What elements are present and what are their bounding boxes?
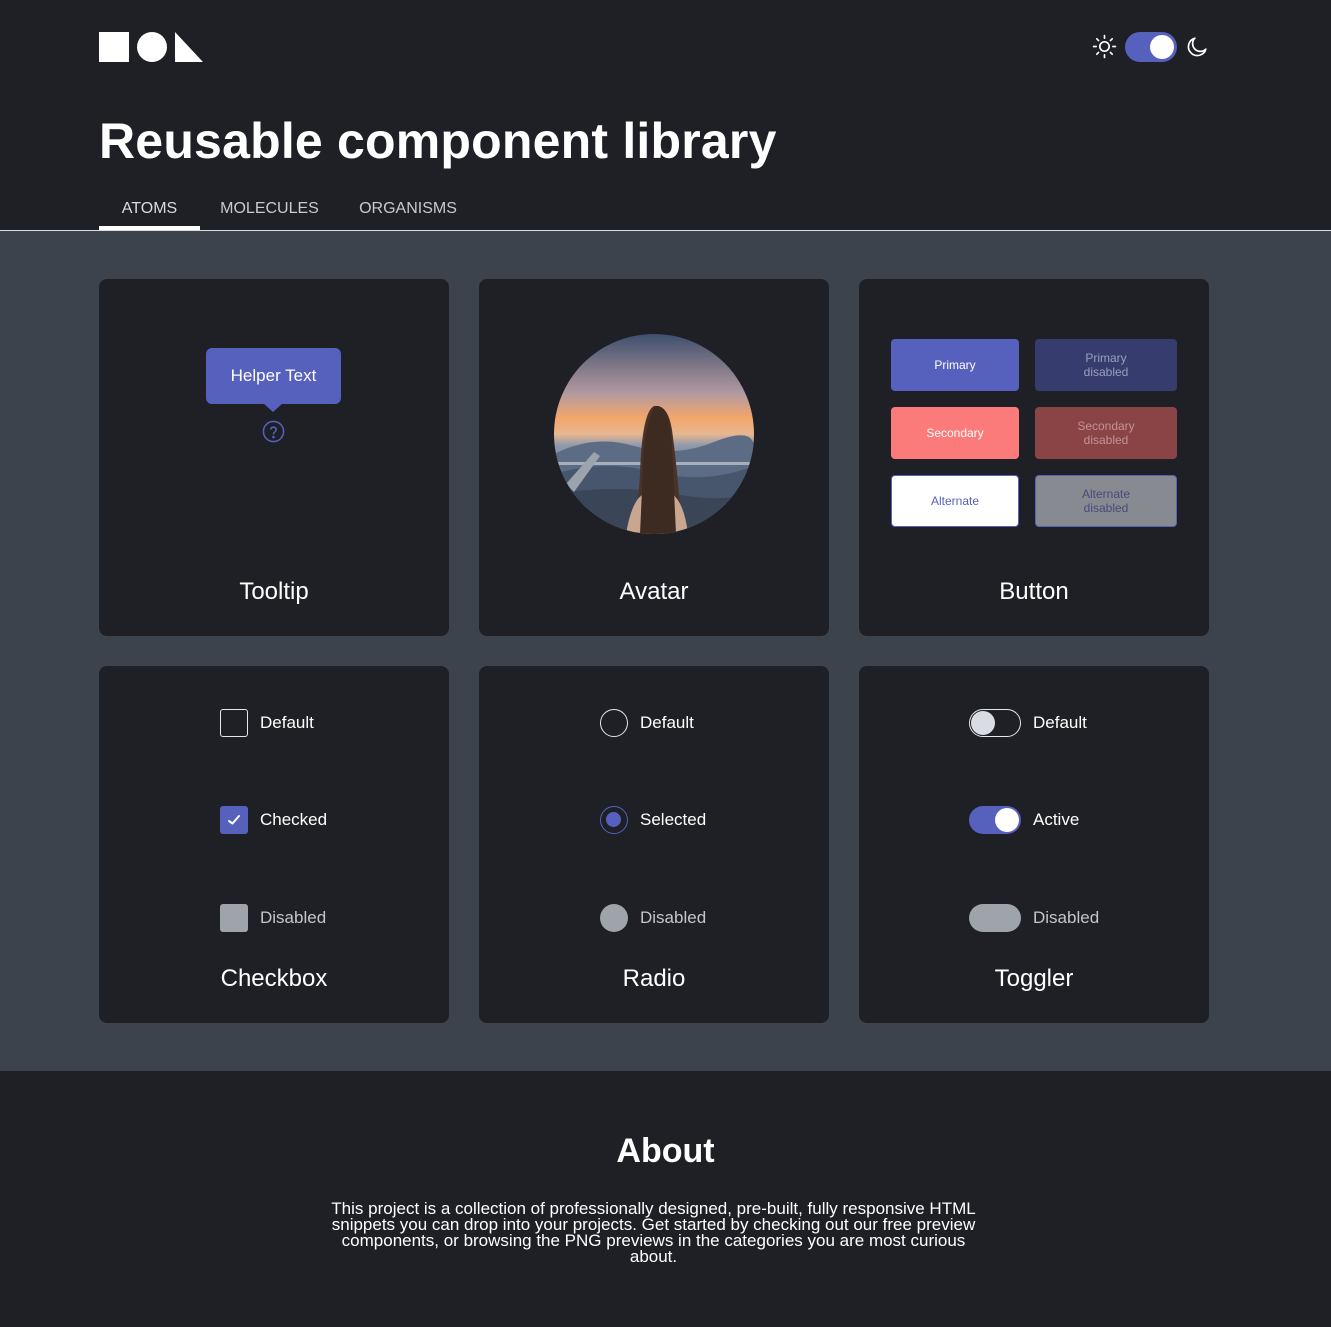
primary-button[interactable]: Primary bbox=[891, 339, 1019, 391]
radio-disabled bbox=[600, 904, 628, 932]
footer: About This project is a collection of pr… bbox=[0, 1071, 1331, 1327]
checkbox-label: Checked bbox=[260, 810, 328, 829]
secondary-button[interactable]: Secondary bbox=[891, 407, 1019, 459]
check-icon bbox=[228, 815, 240, 825]
checkbox-disabled bbox=[220, 904, 248, 932]
primary-disabled-button: Primary disabled bbox=[1035, 339, 1177, 391]
checkbox-default-row[interactable]: Default bbox=[220, 709, 314, 737]
about-title: About bbox=[616, 1132, 715, 1170]
alternate-disabled-button: Alternate disabled bbox=[1035, 475, 1177, 527]
radio-default-row[interactable]: Default bbox=[600, 709, 694, 737]
logo[interactable] bbox=[99, 32, 204, 62]
radio-label: Selected bbox=[640, 810, 707, 829]
toggle-disabled bbox=[969, 904, 1021, 932]
card-title: Radio bbox=[622, 965, 686, 992]
checkbox-disabled-row: Disabled bbox=[220, 904, 326, 932]
tab-atoms[interactable]: ATOMS bbox=[99, 196, 200, 230]
radio-default[interactable] bbox=[600, 709, 628, 737]
card-title: Toggler bbox=[994, 965, 1074, 992]
toggle-default[interactable] bbox=[969, 709, 1021, 737]
toggle-active[interactable] bbox=[969, 806, 1021, 834]
radio-label: Disabled bbox=[640, 908, 707, 927]
tooltip-card[interactable]: Helper Text Tooltip bbox=[99, 279, 449, 636]
toggler-card: Default Active Disabled Toggler bbox=[859, 666, 1209, 1023]
checkbox-label: Default bbox=[260, 713, 314, 732]
checkbox-checked[interactable] bbox=[220, 806, 248, 834]
toggle-label: Default bbox=[1033, 713, 1087, 732]
alternate-button[interactable]: Alternate bbox=[891, 475, 1019, 527]
component-grid: Helper Text Tooltip Avatar Primary Prima… bbox=[0, 231, 1331, 1071]
logo-square-icon bbox=[99, 32, 129, 62]
checkbox-label: Disabled bbox=[260, 908, 327, 927]
toggle-knob bbox=[971, 711, 995, 735]
card-title: Button bbox=[999, 578, 1069, 605]
theme-switch[interactable] bbox=[1092, 31, 1210, 62]
theme-toggle-knob bbox=[1150, 35, 1174, 59]
logo-triangle-icon bbox=[175, 32, 203, 62]
secondary-disabled-button: Secondary disabled bbox=[1035, 407, 1177, 459]
toggle-label: Active bbox=[1033, 810, 1080, 829]
theme-toggle-track[interactable] bbox=[1125, 32, 1177, 62]
card-title: Checkbox bbox=[220, 965, 328, 992]
moon-icon bbox=[1187, 37, 1207, 57]
radio-disabled-row: Disabled bbox=[600, 904, 706, 932]
checkbox-checked-row[interactable]: Checked bbox=[220, 806, 327, 834]
checkbox-default[interactable] bbox=[220, 709, 248, 737]
sun-icon bbox=[1092, 34, 1117, 59]
toggle-default-row[interactable]: Default bbox=[969, 709, 1087, 737]
help-icon[interactable] bbox=[262, 420, 285, 443]
avatar[interactable] bbox=[554, 334, 754, 534]
toggle-disabled-row: Disabled bbox=[969, 904, 1099, 932]
tab-organisms[interactable]: ORGANISMS bbox=[351, 196, 465, 230]
radio-label: Default bbox=[640, 713, 694, 732]
card-title: Avatar bbox=[619, 578, 689, 605]
page-title: Reusable component library bbox=[99, 113, 777, 169]
checkbox-card: Default Checked Disabled Checkbox bbox=[99, 666, 449, 1023]
header: Reusable component library ATOMS MOLECUL… bbox=[0, 0, 1331, 231]
radio-selected[interactable] bbox=[600, 806, 628, 834]
toggle-knob bbox=[995, 808, 1019, 832]
tooltip-bubble: Helper Text bbox=[206, 348, 341, 412]
toggle-label: Disabled bbox=[1033, 908, 1100, 927]
logo-circle-icon bbox=[137, 32, 167, 62]
radio-selected-row[interactable]: Selected bbox=[600, 806, 706, 834]
radio-card: Default Selected Disabled Radio bbox=[479, 666, 829, 1023]
about-text: This project is a collection of professi… bbox=[331, 1199, 976, 1266]
card-title: Tooltip bbox=[239, 578, 309, 605]
tab-molecules[interactable]: MOLECULES bbox=[212, 196, 327, 230]
button-card: Primary Primary disabled Secondary Secon… bbox=[859, 279, 1209, 636]
toggle-active-row[interactable]: Active bbox=[969, 806, 1079, 834]
avatar-card[interactable]: Avatar bbox=[479, 279, 829, 636]
